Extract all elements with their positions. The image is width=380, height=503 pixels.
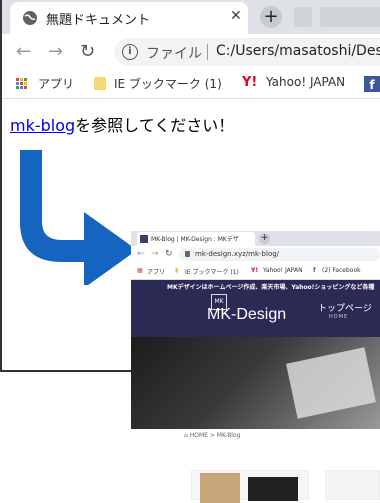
address-scheme-label: ファイル [146,46,202,62]
embedded-screenshot: MK-Blog | MK-Design : MKデザ + ← → ↻ mk-de… [131,231,380,431]
back-icon[interactable]: ← [16,41,31,62]
page-body-text: mk-blogを参照してください！ [10,112,234,136]
address-bar[interactable]: i ファイル C:/Users/masatoshi/Des [114,38,380,66]
address-url[interactable]: C:/Users/masatoshi/Des [216,43,380,59]
bookmarks-bar: アプリ IE ブックマーク (1) Y! Yahoo! JAPAN f [2,70,380,99]
inner-bookmark-apps: アプリ [147,269,166,276]
close-icon[interactable]: ✕ [230,8,242,24]
globe-icon [23,11,37,25]
inner-breadcrumb: ⌂ HOME > MK-Blog [184,432,241,439]
info-icon[interactable]: i [122,44,138,60]
tab-bar: 無題ドキュメント ✕ + [2,0,380,34]
site-banner-text: MKデザインはホームページ作成、楽天市場、Yahoo!ショッピングなど各種 [167,284,375,291]
mk-blog-link[interactable]: mk-blog [10,116,75,135]
inner-bookmark-facebook: (2) Facebook [322,267,361,274]
site-header: MKデザインはホームページ作成、楽天市場、Yahoo!ショッピングなど各種 MK… [131,280,380,337]
inner-new-tab-icon: + [259,233,270,244]
browser-toolbar: ← → ↻ i ファイル C:/Users/masatoshi/Des [2,34,380,70]
inner-yahoo-icon: Y! [251,267,259,274]
instruction-text: を参照してください！ [75,116,235,135]
inner-bookmark-yahoo: Yahoo! JAPAN [263,267,303,274]
active-tab[interactable]: 無題ドキュメント ✕ [10,2,248,34]
folder-icon [94,77,106,90]
site-nav-home: HOME [329,314,349,320]
thumbnail-card [191,470,309,503]
yahoo-icon: Y! [242,75,258,90]
inner-toolbar: ← → ↻ mk-design.xyz/mk-blog/ [131,246,380,263]
inner-tab-bar: MK-Blog | MK-Design : MKデザ + [131,231,380,246]
inner-tab: MK-Blog | MK-Design : MKデザ [137,232,255,246]
inner-folder-icon: ▮ [175,267,179,274]
site-logo: MK-Design [207,306,287,323]
site-nav-top-page: トップページ [318,304,372,314]
forward-icon[interactable]: → [48,41,63,62]
clipboard-image [200,473,240,503]
address-divider [207,44,208,60]
tab-title: 無題ドキュメント [46,13,151,28]
thumbnail-card [325,470,380,500]
inner-bookmark-ie: IE ブックマーク (1) [185,269,239,276]
reload-icon[interactable]: ↻ [80,41,95,62]
inner-breadcrumb-text: HOME > MK-Blog [189,432,241,439]
apps-icon [16,78,28,90]
inner-url: mk-design.xyz/mk-blog/ [195,250,280,258]
inner-facebook-icon: f [313,267,316,274]
inner-tab-title: MK-Blog | MK-Design : MKデザ [151,236,239,243]
lock-icon [185,251,190,257]
blurred-region [320,7,380,27]
facebook-icon[interactable]: f [364,76,380,92]
curved-arrow-icon [20,150,137,285]
site-favicon-icon [140,235,148,243]
inner-address-bar: mk-design.xyz/mk-blog/ [179,248,380,261]
bookmark-ie[interactable]: IE ブックマーク (1) [114,75,222,92]
bookmark-apps[interactable]: アプリ [38,75,74,92]
inner-apps-icon: ▦ [137,267,143,274]
blurred-region [294,7,312,27]
inner-bookmarks-bar: ▦ アプリ ▮ IE ブックマーク (1) Y! Yahoo! JAPAN f … [131,263,380,280]
hero-paper-shape [286,347,376,419]
laptop-image [248,477,298,501]
new-tab-button[interactable]: + [260,6,282,28]
inner-back-icon: ← [137,249,145,259]
inner-forward-icon: → [151,249,159,259]
site-hero-image [131,337,380,429]
bookmark-yahoo[interactable]: Yahoo! JAPAN [266,75,345,89]
inner-reload-icon: ↻ [165,249,173,259]
